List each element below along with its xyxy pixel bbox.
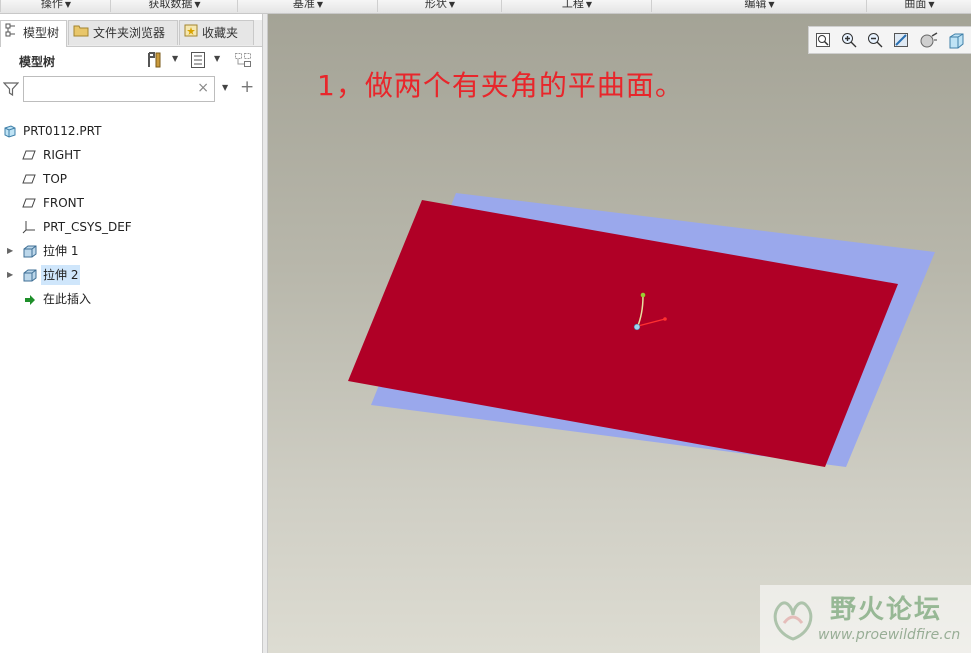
- tree-filter-row: × ▼ +: [0, 76, 262, 104]
- tree-node-insert-here[interactable]: 在此插入: [0, 289, 262, 309]
- ribbon-group-get-data[interactable]: 获取数据 ▼: [110, 0, 238, 12]
- ribbon-group-label: 基准: [292, 0, 315, 10]
- filter-icon: [2, 81, 20, 100]
- saved-views-icon[interactable]: [947, 32, 965, 53]
- watermark-title: 野火论坛: [830, 595, 943, 625]
- tree-node-label: FRONT: [43, 196, 84, 210]
- chevron-down-icon: ▼: [448, 0, 456, 9]
- chevron-down-icon[interactable]: ▼: [172, 54, 178, 63]
- annotation-text: 1，做两个有夹角的平曲面。: [317, 69, 684, 102]
- add-icon[interactable]: +: [240, 77, 254, 97]
- folder-icon: [73, 21, 89, 46]
- navigator-tabs: 模型树 文件夹浏览器 收藏夹: [0, 20, 262, 47]
- ribbon-group-datum[interactable]: 基准 ▼: [237, 0, 378, 12]
- ribbon-group-shapes[interactable]: 形状 ▼: [377, 0, 502, 12]
- tree-node-label: 拉伸 2: [41, 265, 81, 285]
- tree-node-front[interactable]: FRONT: [0, 193, 262, 213]
- refit-icon[interactable]: [815, 32, 831, 51]
- chevron-down-icon: ▼: [64, 0, 72, 9]
- ribbon-group-label: 操作: [40, 0, 63, 10]
- ribbon-group-bar: 操作 ▼ 获取数据 ▼ 基准 ▼ 形状 ▼ 工程 ▼ 编辑 ▼ 曲面 ▼: [0, 0, 971, 14]
- repaint-icon[interactable]: [893, 32, 909, 51]
- tree-node-label: TOP: [43, 172, 68, 186]
- ribbon-group-label: 编辑: [744, 0, 767, 10]
- zoom-out-icon[interactable]: [867, 32, 883, 51]
- tree-node-label: RIGHT: [43, 148, 81, 162]
- tree-node-label: PRT0112.PRT: [23, 124, 102, 138]
- extrude-icon: [22, 244, 38, 264]
- ribbon-group-label: 曲面: [904, 0, 927, 10]
- tree-settings-icon[interactable]: [146, 51, 164, 72]
- datum-plane-icon: [22, 148, 36, 168]
- tree-node-extrude-2[interactable]: ▶ 拉伸 2: [0, 265, 262, 285]
- ribbon-group-label: 工程: [561, 0, 584, 10]
- view-toolbar: [808, 26, 971, 54]
- ribbon-group-operations[interactable]: 操作 ▼: [0, 0, 111, 12]
- tree-node-label: 拉伸 1: [43, 244, 79, 258]
- tree-search-input[interactable]: [27, 78, 201, 102]
- tab-label: 文件夹浏览器: [93, 26, 166, 40]
- expand-arrow-icon[interactable]: ▶: [7, 265, 13, 285]
- tree-node-part[interactable]: PRT0112.PRT: [0, 121, 262, 141]
- tree-node-extrude-1[interactable]: ▶ 拉伸 1: [0, 241, 262, 261]
- clear-icon[interactable]: ×: [197, 80, 209, 96]
- csys-icon: [22, 220, 36, 240]
- navigator-panel: 模型树 文件夹浏览器 收藏夹 模型树 ▼ ▼ × ▼ + PRT0112.PRT…: [0, 14, 263, 653]
- tree-node-label: 在此插入: [43, 292, 92, 306]
- ribbon-group-engineering[interactable]: 工程 ▼: [501, 0, 652, 12]
- watermark-url: www.proewildfire.cn: [818, 627, 961, 643]
- tree-filter-settings-icon[interactable]: [234, 51, 254, 72]
- insert-arrow-icon: [24, 292, 36, 312]
- chevron-down-icon: ▼: [585, 0, 593, 9]
- forum-watermark: 野火论坛 www.proewildfire.cn: [760, 585, 971, 653]
- tree-node-right[interactable]: RIGHT: [0, 145, 262, 165]
- chevron-down-icon[interactable]: ▼: [214, 54, 220, 63]
- ribbon-group-label: 获取数据: [148, 0, 193, 10]
- expand-arrow-icon[interactable]: ▶: [7, 241, 13, 261]
- tab-favorites[interactable]: 收藏夹: [179, 20, 254, 45]
- chevron-down-icon[interactable]: ▼: [222, 83, 228, 92]
- tab-label: 模型树: [23, 26, 60, 40]
- extrude-icon: [22, 268, 38, 288]
- model-tree-title: 模型树: [19, 55, 56, 69]
- tab-folder-browser[interactable]: 文件夹浏览器: [68, 20, 178, 45]
- datum-plane-icon: [22, 172, 36, 192]
- tree-search-field[interactable]: ×: [23, 76, 215, 102]
- tree-node-csys[interactable]: PRT_CSYS_DEF: [0, 217, 262, 237]
- tab-model-tree[interactable]: 模型树: [0, 20, 67, 47]
- chevron-down-icon: ▼: [194, 0, 201, 9]
- tree-node-top[interactable]: TOP: [0, 169, 262, 189]
- zoom-in-icon[interactable]: [841, 32, 857, 51]
- model-scene: [348, 193, 935, 467]
- ribbon-group-surfaces[interactable]: 曲面 ▼: [866, 0, 971, 12]
- tab-label: 收藏夹: [202, 26, 239, 40]
- show-columns-icon[interactable]: [190, 51, 206, 72]
- model-tree-header: 模型树 ▼ ▼: [0, 48, 262, 72]
- ribbon-group-label: 形状: [424, 0, 447, 10]
- tree-node-label: PRT_CSYS_DEF: [43, 220, 132, 234]
- chevron-down-icon: ▼: [768, 0, 775, 9]
- graphics-viewport[interactable]: 1，做两个有夹角的平曲面。 野火论坛 www.proewildfire.cn: [268, 14, 971, 653]
- part-icon: [3, 124, 17, 144]
- chevron-down-icon: ▼: [928, 0, 935, 9]
- favorites-icon: [184, 21, 198, 46]
- display-style-icon[interactable]: [919, 32, 939, 51]
- datum-plane-icon: [22, 196, 36, 216]
- chevron-down-icon: ▼: [316, 0, 324, 9]
- watermark-logo: [773, 601, 813, 641]
- ribbon-group-editing[interactable]: 编辑 ▼: [651, 0, 867, 12]
- model-tree-icon: [5, 21, 19, 46]
